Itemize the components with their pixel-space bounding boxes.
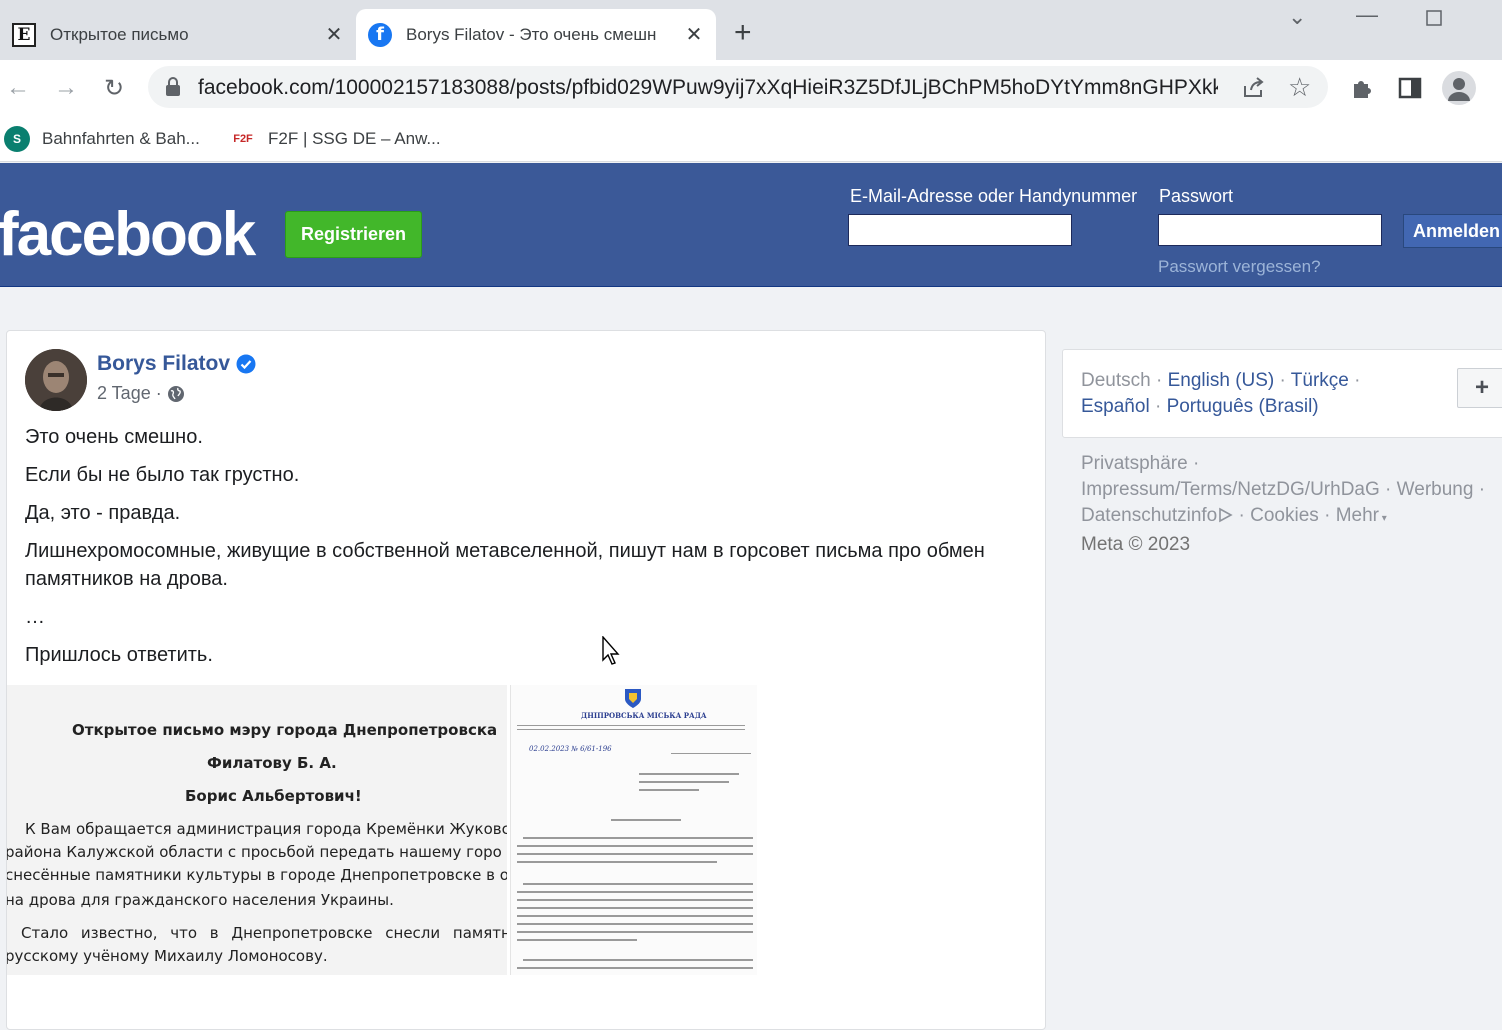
letterhead-text: ДНІПРОВСЬКА МІСЬКА РАДА (581, 711, 707, 720)
email-input[interactable] (848, 214, 1072, 246)
mouse-cursor-icon (602, 636, 620, 665)
post-paragraph: Пришлось ответить. (25, 644, 213, 666)
password-input[interactable] (1158, 214, 1382, 246)
facebook-header: facebook Registrieren E-Mail-Adresse ode… (0, 163, 1502, 287)
bookmark-label: F2F | SSG DE – Anw... (268, 129, 441, 148)
caret-down-icon: ▾ (1378, 513, 1387, 524)
meta-separator: · (155, 383, 162, 403)
letter-line: на дрова для гражданского населения Укра… (7, 891, 394, 909)
letter-line: русскому учёному Михаилу Ломоносову. (7, 947, 328, 965)
footer-links: Privatsphäre · Impressum/Terms/NetzDG/Ur… (1081, 453, 1486, 555)
tab-title: Открытое письмо (50, 24, 189, 44)
adchoices-link[interactable]: Datenschutzinfo (1081, 505, 1217, 526)
letter-line: снесённые памятники культуры в городе Дн… (7, 866, 507, 884)
language-link-spanish[interactable]: Español (1081, 396, 1150, 417)
facebook-logo[interactable]: facebook (0, 199, 256, 270)
letter-line: К Вам обращается администрация города Кр… (25, 820, 507, 838)
post-body: Это очень смешно. Если бы не было так гр… (25, 423, 1005, 679)
share-icon[interactable] (1242, 76, 1266, 98)
close-tab-icon[interactable]: ✕ (324, 22, 344, 47)
forgot-password-link[interactable]: Passwort vergessen? (1158, 257, 1321, 277)
email-label: E-Mail-Adresse oder Handynummer (850, 186, 1138, 206)
browser-toolbar: ← → ↻ facebook.com/100002157183088/posts… (0, 60, 1502, 116)
copyright-text: Meta © 2023 (1081, 534, 1191, 555)
post-image-reply-letter[interactable]: ДНІПРОВСЬКА МІСЬКА РАДА 02.02.2023 № 6/6… (510, 685, 757, 975)
browser-tab-strip: E Открытое письмо ✕ f Borys Filatov - Эт… (0, 0, 1502, 60)
language-link-portuguese[interactable]: Português (Brasil) (1167, 396, 1319, 417)
letter-line: Открытое письмо мэру города Днепропетров… (72, 721, 498, 739)
forward-icon[interactable]: → (50, 72, 82, 104)
author-name-link[interactable]: Borys Filatov (97, 352, 230, 376)
letter-line: Филатову Б. А. (207, 754, 337, 772)
language-list: Deutsch · English (US) · Türkçe · Españo… (1081, 370, 1361, 417)
globe-icon (167, 385, 184, 402)
ads-link[interactable]: Werbung (1397, 479, 1474, 500)
post-card: Borys Filatov 2 Tage · Это очень смешно.… (6, 330, 1046, 1030)
maximize-icon[interactable] (1426, 6, 1442, 32)
minimize-icon[interactable]: — (1356, 2, 1378, 28)
bookmark-star-icon[interactable]: ☆ (1288, 72, 1311, 103)
lock-icon (166, 77, 180, 96)
register-button[interactable]: Registrieren (285, 211, 422, 258)
login-button[interactable]: Anmelden (1403, 214, 1502, 248)
impressum-link[interactable]: Impressum/Terms/NetzDG/UrhDaG (1081, 479, 1380, 500)
post-timestamp-link[interactable]: 2 Tage (97, 383, 151, 404)
letter-line: Борис Альбертович! (185, 787, 362, 805)
language-link-turkish[interactable]: Türkçe (1291, 370, 1349, 391)
url-text: facebook.com/100002157183088/posts/pfbid… (198, 76, 1218, 99)
current-language: Deutsch (1081, 370, 1151, 391)
post-paragraph: Лишнехромосомные, живущие в собственной … (25, 540, 985, 590)
bookmark-f2f[interactable]: F2F F2F | SSG DE – Anw... (230, 124, 441, 154)
reload-icon[interactable]: ↻ (98, 72, 130, 104)
password-label: Passwort (1159, 186, 1234, 206)
back-icon[interactable]: ← (2, 72, 34, 104)
f2f-icon: F2F (233, 133, 253, 145)
letter-line: района Калужской области с просьбой пере… (7, 843, 502, 861)
post-paragraph: Если бы не было так грустно. (25, 464, 300, 486)
sharepoint-icon: S (4, 126, 30, 152)
author-row: Borys Filatov (97, 352, 256, 376)
profile-avatar-icon[interactable] (1442, 71, 1476, 105)
bookmark-bahnfahrten[interactable]: S Bahnfahrten & Bah... (4, 124, 200, 154)
close-tab-icon[interactable]: ✕ (684, 22, 704, 47)
city-coat-of-arms-icon (625, 689, 641, 708)
side-panel-icon[interactable] (1398, 76, 1422, 100)
language-link-english[interactable]: English (US) (1168, 370, 1275, 391)
post-paragraph: Это очень смешно. (25, 426, 203, 448)
post-meta: 2 Tage · (97, 383, 185, 404)
post-paragraph: Да, это - правда. (25, 502, 181, 524)
cookies-link[interactable]: Cookies (1250, 505, 1319, 526)
more-languages-button[interactable]: + (1457, 368, 1502, 408)
bookmarks-bar: S Bahnfahrten & Bah... F2F F2F | SSG DE … (0, 116, 1502, 162)
new-tab-icon[interactable]: + (734, 18, 752, 48)
post-image-open-letter[interactable]: Открытое письмо мэру города Днепропетров… (7, 685, 507, 975)
verified-badge-icon (236, 354, 256, 374)
privacy-link[interactable]: Privatsphäre (1081, 453, 1188, 474)
extensions-puzzle-icon[interactable] (1350, 76, 1374, 100)
tab-open-letter[interactable]: E Открытое письмо ✕ (0, 9, 356, 60)
facebook-favicon-icon: f (368, 22, 392, 47)
letter-date: 02.02.2023 № 6/61-196 (529, 745, 612, 753)
adchoices-icon (1219, 507, 1233, 523)
letter-line: Стало известно, что в Днепропетровске сн… (21, 924, 507, 942)
language-selector-card: Deutsch · English (US) · Türkçe · Españo… (1062, 349, 1502, 438)
bookmark-label: Bahnfahrten & Bah... (42, 129, 200, 148)
tab-search-chevron-icon[interactable]: ⌄ (1288, 4, 1306, 30)
more-link[interactable]: Mehr (1336, 505, 1379, 526)
e-favicon-icon: E (12, 22, 36, 47)
author-avatar[interactable] (25, 349, 87, 411)
tab-facebook-post[interactable]: f Borys Filatov - Это очень смешн ✕ (356, 9, 716, 60)
tab-title: Borys Filatov - Это очень смешн (406, 24, 657, 44)
post-paragraph: … (25, 606, 45, 628)
address-bar[interactable]: facebook.com/100002157183088/posts/pfbid… (148, 66, 1328, 108)
